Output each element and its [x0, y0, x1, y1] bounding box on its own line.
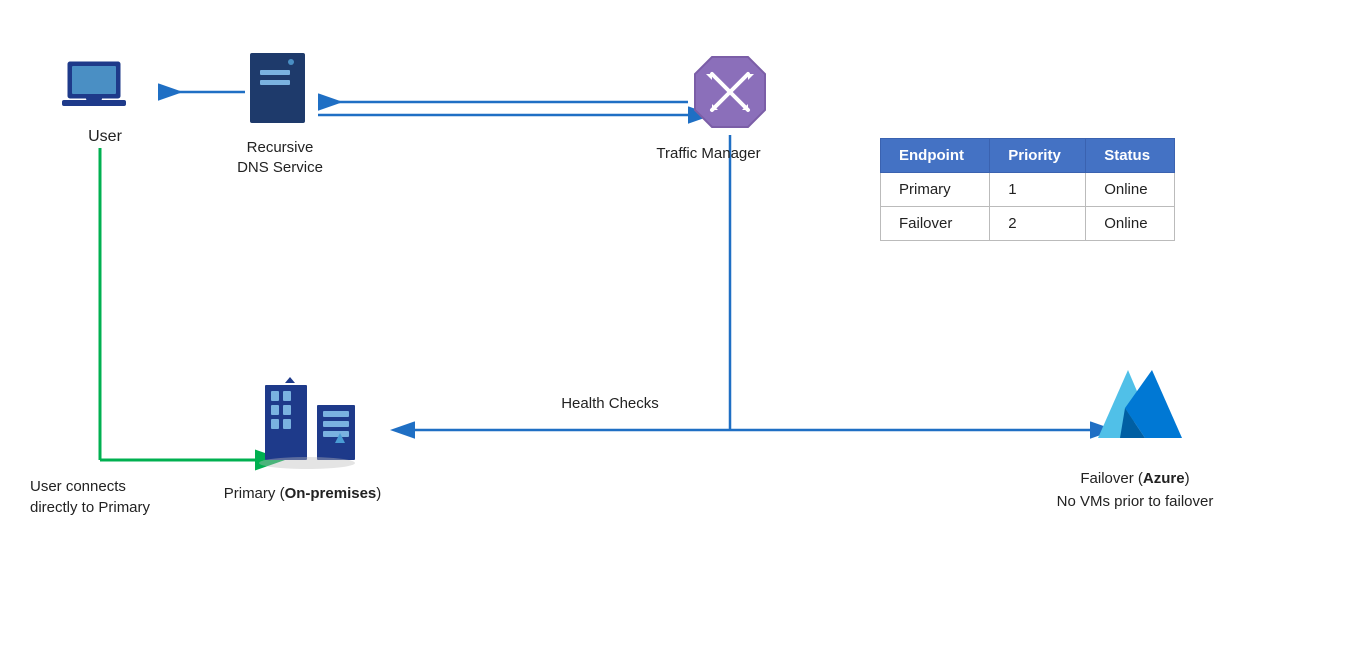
- table-row: Failover 2 Online: [881, 207, 1175, 241]
- failover-label: Failover (Azure) No VMs prior to failove…: [1010, 468, 1260, 513]
- endpoint-cell: Primary: [881, 173, 990, 207]
- status-cell: Online: [1086, 173, 1175, 207]
- user-connects-label: User connects directly to Primary: [30, 476, 205, 518]
- azure-icon: [1090, 360, 1190, 450]
- col-endpoint: Endpoint: [881, 139, 990, 173]
- col-status: Status: [1086, 139, 1175, 173]
- diagram: User Recursive DNS Service: [0, 0, 1350, 656]
- arrows-svg: [0, 0, 1350, 656]
- traffic-manager-icon: [690, 52, 770, 132]
- endpoint-cell: Failover: [881, 207, 990, 241]
- endpoint-table: Endpoint Priority Status Primary 1 Onlin…: [880, 138, 1175, 241]
- priority-cell: 1: [990, 173, 1086, 207]
- dns-label: Recursive DNS Service: [215, 138, 345, 177]
- table-row: Primary 1 Online: [881, 173, 1175, 207]
- col-priority: Priority: [990, 139, 1086, 173]
- user-label: User: [80, 128, 130, 146]
- onprem-icon: [255, 375, 405, 475]
- primary-label: Primary (On-premises): [205, 485, 400, 502]
- laptop-icon: [60, 60, 140, 120]
- dns-server-icon: [245, 48, 315, 128]
- status-cell: Online: [1086, 207, 1175, 241]
- priority-cell: 2: [990, 207, 1086, 241]
- health-checks-label: Health Checks: [510, 395, 710, 412]
- traffic-manager-label: Traffic Manager: [636, 145, 781, 162]
